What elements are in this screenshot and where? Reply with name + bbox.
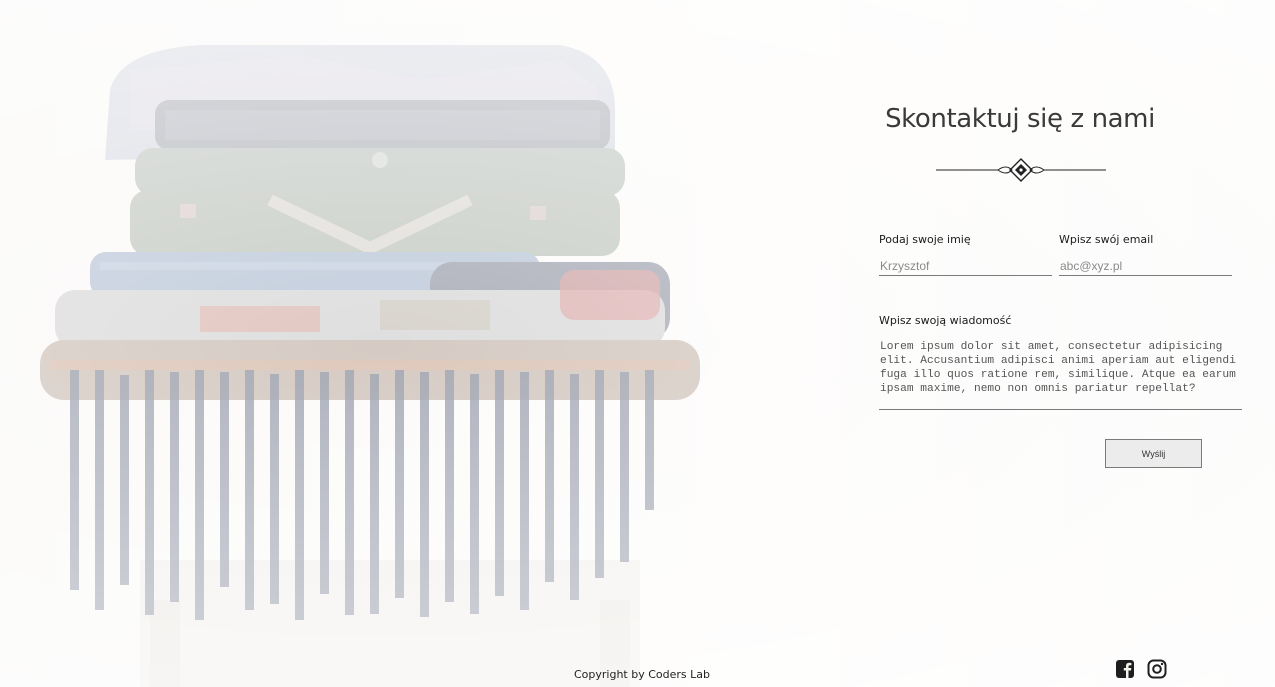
ornament-divider-icon bbox=[936, 158, 1106, 182]
message-textarea[interactable]: Lorem ipsum dolor sit amet, consectetur … bbox=[879, 338, 1242, 410]
contact-page: Skontaktuj się z nami Podaj swoje imię W… bbox=[0, 0, 1275, 687]
name-input[interactable] bbox=[879, 256, 1052, 276]
page-title: Skontaktuj się z nami bbox=[885, 104, 1155, 134]
copyright-text: Copyright by Coders Lab bbox=[574, 668, 710, 681]
email-label: Wpisz swój email bbox=[1059, 233, 1154, 246]
name-label: Podaj swoje imię bbox=[879, 233, 971, 246]
instagram-icon[interactable] bbox=[1147, 659, 1167, 679]
email-input[interactable] bbox=[1059, 256, 1232, 276]
facebook-icon[interactable] bbox=[1115, 659, 1135, 679]
message-label: Wpisz swoją wiadomość bbox=[879, 314, 1012, 327]
send-button[interactable]: Wyślij bbox=[1105, 439, 1202, 468]
